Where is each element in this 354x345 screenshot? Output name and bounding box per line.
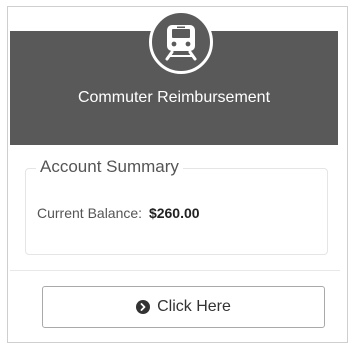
click-here-button[interactable]: Click Here [42, 286, 325, 328]
chevron-circle-right-icon [136, 300, 151, 314]
train-icon [149, 10, 213, 74]
current-balance-row: Current Balance: $260.00 [37, 205, 200, 221]
account-summary: Account Summary Current Balance: $260.00 [25, 157, 328, 255]
balance-value: $260.00 [148, 205, 200, 221]
click-here-label: Click Here [157, 298, 231, 315]
balance-label: Current Balance: [37, 205, 143, 221]
card-title: Commuter Reimbursement [77, 89, 271, 106]
page: Commuter Reimbursement Account Summary C… [0, 0, 354, 345]
account-summary-heading: Account Summary [36, 157, 183, 177]
divider [10, 270, 340, 271]
